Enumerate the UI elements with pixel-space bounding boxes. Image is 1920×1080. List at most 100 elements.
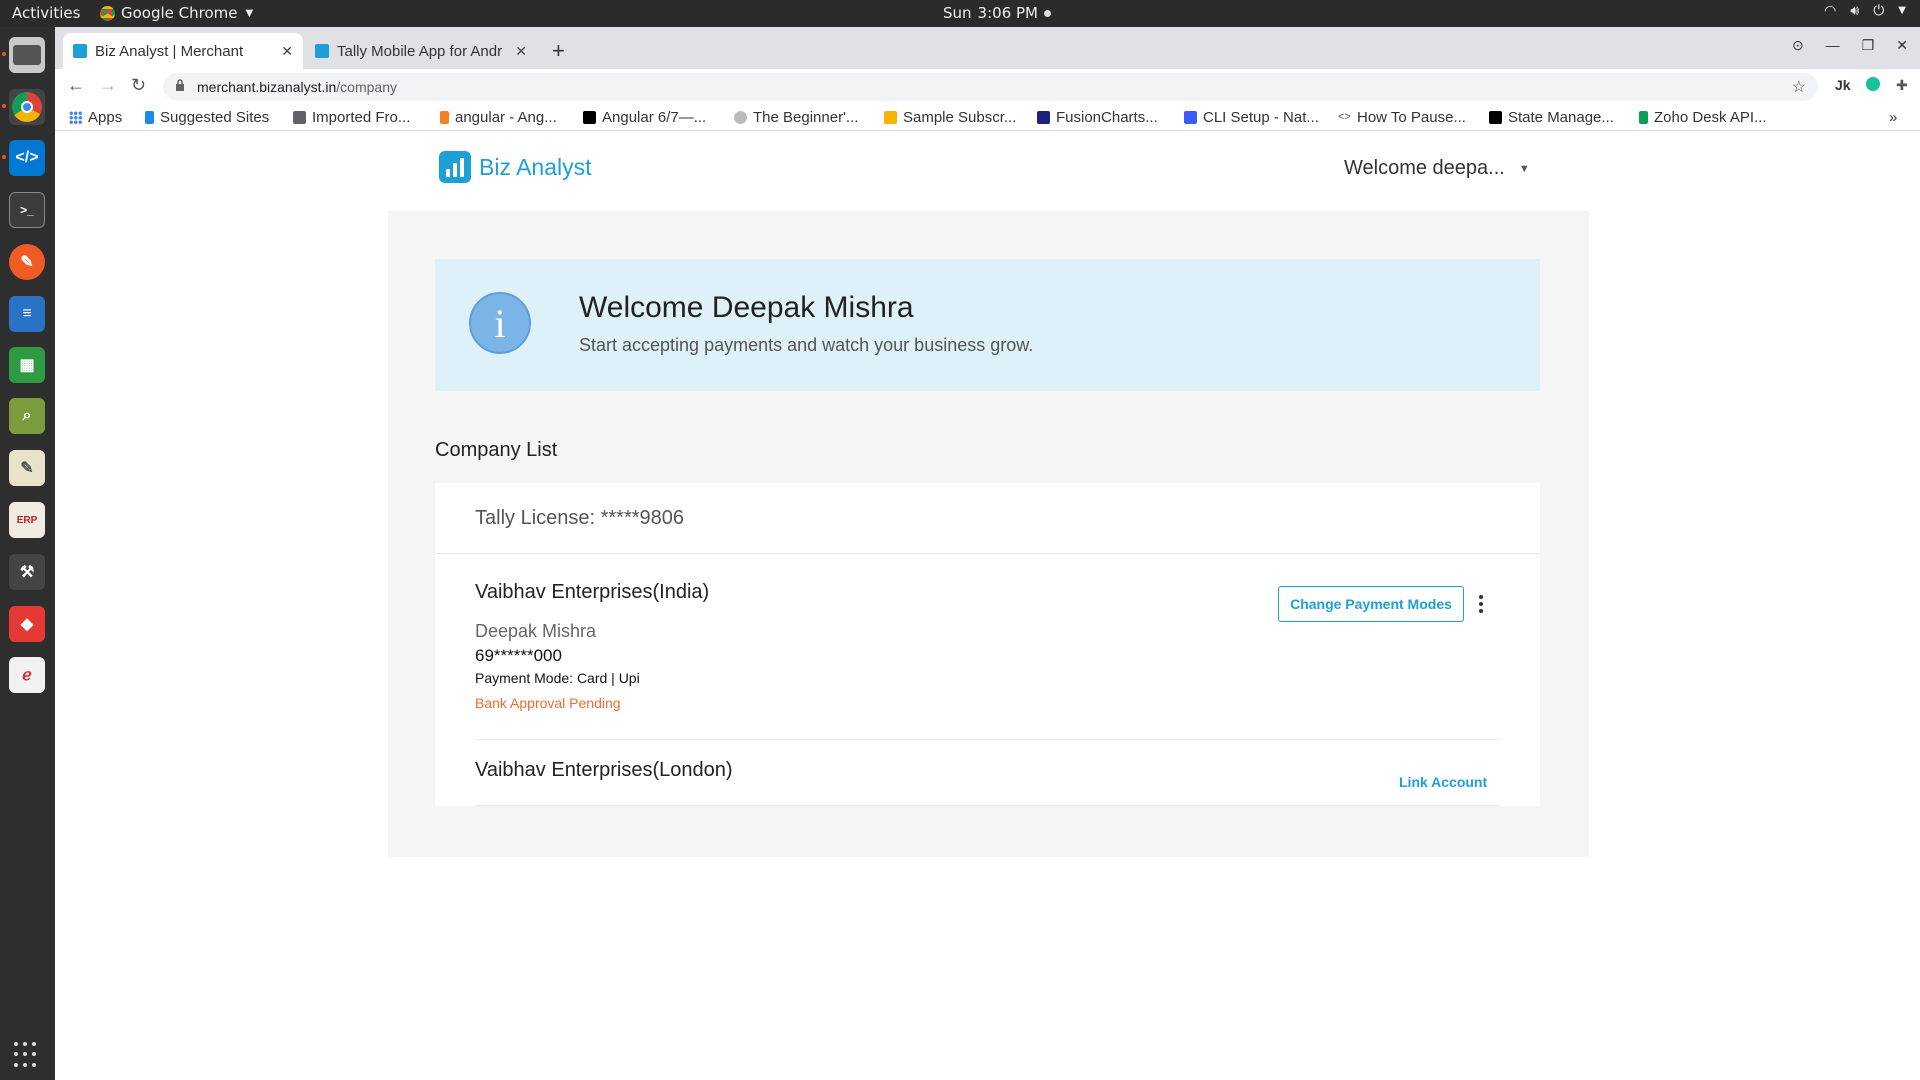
restore-icon[interactable]: ❐ (1862, 37, 1875, 54)
dock: </> >_ ✎ ≡ ▦ ⌕ ✎ ERP ⚒ ◆ ℯ (0, 27, 55, 1080)
bookmark-sample-subscr[interactable]: Sample Subscr... (884, 109, 1016, 126)
tally-dock-icon[interactable]: ERP (9, 502, 45, 538)
writer-dock-icon[interactable]: ≡ (9, 296, 45, 332)
bookmark-label: FusionCharts... (1056, 109, 1158, 126)
address-bar[interactable]: merchant.bizanalyst.in/company ☆ (163, 73, 1818, 101)
volume-icon: 🔊︎ (1850, 3, 1860, 19)
link-account-button[interactable]: Link Account (1399, 774, 1487, 790)
anydesk-dock-icon[interactable]: ◆ (9, 606, 45, 642)
biz-analyst-favicon-icon (73, 44, 87, 58)
divider (475, 739, 1500, 740)
back-icon[interactable]: ← (67, 75, 85, 96)
clock[interactable]: Sun 3:06 PM (943, 4, 1051, 22)
tab-biz-analyst[interactable]: Biz Analyst | Merchant ✕ (63, 33, 303, 69)
tools-dock-icon[interactable]: ⚒ (9, 554, 45, 590)
new-tab-icon[interactable]: + (552, 38, 565, 64)
bookmark-star-icon[interactable]: ☆ (1792, 77, 1806, 97)
minimize-icon[interactable]: — (1826, 37, 1840, 54)
caret-down-icon: ▼ (1518, 162, 1530, 175)
json-viewer-extension-icon[interactable]: Jk (1835, 77, 1851, 93)
medium-icon (1489, 111, 1502, 124)
globe-icon (734, 111, 747, 124)
divider (435, 553, 1540, 554)
app-menu-label: Google Chrome (121, 4, 238, 22)
clock-day: Sun (943, 4, 972, 22)
tally-license: Tally License: *****9806 (475, 507, 685, 529)
extensions-puzzle-icon[interactable]: ✚ (1896, 77, 1908, 94)
image-viewer-dock-icon[interactable]: ⌕ (9, 398, 45, 434)
chrome-icon (100, 5, 115, 21)
system-tray[interactable]: ◠ 🔊︎ ⏻ ▼ (1824, 3, 1906, 19)
document-viewer-dock-icon[interactable]: ℯ (9, 657, 45, 693)
payment-mode: Payment Mode: Card | Upi (475, 670, 640, 686)
calc-dock-icon[interactable]: ▦ (9, 347, 45, 383)
show-applications-icon[interactable] (14, 1042, 40, 1068)
bookmark-apps[interactable]: Apps (69, 109, 122, 126)
browser-chrome: Biz Analyst | Merchant ✕ Tally Mobile Ap… (55, 27, 1920, 131)
tab-search-icon[interactable]: ⊙ (1792, 37, 1804, 54)
chrome-dock-icon[interactable] (2, 89, 45, 125)
biz-analyst-favicon-icon (315, 44, 329, 58)
bookmark-label: CLI Setup - Nat... (1203, 109, 1319, 126)
more-vert-icon[interactable] (1471, 590, 1491, 618)
company-owner: Deepak Mishra (475, 621, 597, 641)
bookmark-imported[interactable]: Imported Fro... (293, 109, 410, 126)
bookmark-label: Apps (88, 109, 123, 126)
bookmark-label: angular - Ang... (455, 109, 557, 126)
user-menu[interactable]: Welcome deepa... ▼ (1344, 157, 1530, 180)
bookmark-label: Sample Subscr... (903, 109, 1017, 126)
caret-down-icon: ▼ (1898, 5, 1906, 16)
bookmark-label: State Manage... (1508, 109, 1614, 126)
browser-toolbar: ← → ↻ merchant.bizanalyst.in/company ☆ J… (55, 69, 1920, 105)
bookmark-label: Suggested Sites (160, 109, 270, 126)
bookmarks-bar: Apps Suggested Sites Imported Fro... ang… (55, 105, 1920, 131)
bookmark-cli-setup[interactable]: CLI Setup - Nat... (1184, 109, 1319, 126)
company-list-card: Tally License: *****9806 Vaibhav Enterpr… (435, 483, 1540, 806)
tab-title: Biz Analyst | Merchant (95, 42, 244, 60)
bookmark-how-to-pause[interactable]: <> How To Pause... (1338, 109, 1466, 126)
power-icon: ⏻ (1873, 3, 1885, 19)
bookmark-beginner[interactable]: The Beginner'... (734, 109, 858, 126)
activities-button[interactable]: Activities (12, 4, 80, 22)
bookmark-zoho-desk[interactable]: Zoho Desk API... (1639, 109, 1767, 126)
grammarly-extension-icon[interactable] (1866, 77, 1880, 91)
bookmark-suggested-sites[interactable]: Suggested Sites (145, 109, 269, 126)
banner-subtitle: Start accepting payments and watch your … (579, 335, 1034, 355)
medium-icon (583, 111, 596, 124)
slides-icon (884, 111, 897, 124)
app-menu[interactable]: Google Chrome ▼ (100, 4, 253, 22)
company-phone: 69******000 (475, 646, 562, 665)
close-window-icon[interactable]: ✕ (1896, 37, 1908, 54)
bookmarks-overflow[interactable]: » (1889, 109, 1897, 126)
tab-tally-mobile[interactable]: Tally Mobile App for Andr ✕ (305, 33, 537, 69)
user-menu-label: Welcome deepa... (1344, 157, 1505, 179)
bookmark-state-manage[interactable]: State Manage... (1489, 109, 1614, 126)
bookmark-angular[interactable]: angular - Ang... (440, 109, 557, 126)
wifi-icon: ◠ (1824, 3, 1837, 19)
change-payment-modes-button[interactable]: Change Payment Modes (1278, 586, 1464, 622)
forward-icon[interactable]: → (99, 75, 117, 96)
text-editor-dock-icon[interactable]: ✎ (9, 450, 45, 486)
bookmark-fusioncharts[interactable]: FusionCharts... (1037, 109, 1158, 126)
bookmarks-overflow-icon: » (1889, 109, 1898, 126)
reload-icon[interactable]: ↻ (131, 75, 146, 96)
lock-icon (176, 79, 184, 91)
files-dock-icon[interactable] (2, 37, 45, 73)
close-icon[interactable]: ✕ (281, 43, 293, 60)
banner-title: Welcome Deepak Mishra (579, 291, 914, 324)
code-icon: <> (1338, 111, 1351, 123)
vscode-dock-icon[interactable]: </> (2, 140, 45, 176)
window-controls: ⊙ — ❐ ✕ (1792, 37, 1908, 54)
status-badge: Bank Approval Pending (475, 695, 621, 711)
company-name: Vaibhav Enterprises(India) (475, 581, 710, 603)
close-icon[interactable]: ✕ (515, 43, 527, 60)
terminal-dock-icon[interactable]: >_ (9, 192, 45, 228)
bookmark-angular-67[interactable]: Angular 6/7—... (583, 109, 706, 126)
bookmark-label: The Beginner'... (753, 109, 859, 126)
stackoverflow-icon (440, 111, 449, 124)
notification-dot-icon (1044, 9, 1051, 17)
brand-logo[interactable]: Biz Analyst (439, 151, 592, 183)
postman-dock-icon[interactable]: ✎ (9, 244, 45, 280)
nativescript-icon (1184, 111, 1197, 124)
bing-icon (145, 111, 154, 124)
